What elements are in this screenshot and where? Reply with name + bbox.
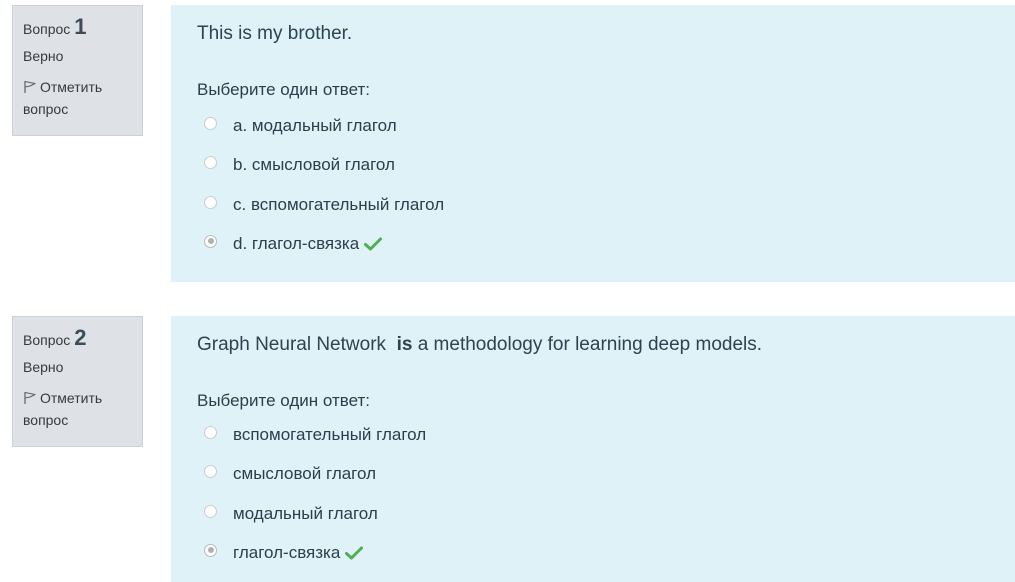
- question-info-1: Вопрос 1 Верно Отметить вопрос: [12, 5, 143, 136]
- flag-question-link[interactable]: Отметить вопрос: [23, 387, 132, 431]
- answer-label: вспомогательный глагол: [233, 425, 427, 444]
- question-text-after: a methodology for learning deep models.: [412, 334, 763, 355]
- radio-button[interactable]: [204, 155, 217, 169]
- question-content-2: Graph Neural Network is a methodology fo…: [171, 316, 1015, 582]
- question-text: This is my brother.: [197, 23, 352, 45]
- answer-label: модальный глагол: [233, 504, 378, 523]
- answer-label: b. смысловой глагол: [233, 155, 395, 174]
- radio-button-checked[interactable]: [204, 234, 217, 248]
- question-text-bold: is: [396, 334, 413, 355]
- answer-label: a. модальный глагол: [233, 116, 397, 135]
- correct-check-icon: [364, 237, 383, 251]
- flag-question-link[interactable]: Отметить вопрос: [23, 76, 132, 120]
- answer-option[interactable]: смысловой глагол: [204, 462, 376, 486]
- question-content-1: This is my brother. Выберите один ответ:…: [171, 5, 1015, 282]
- flag-icon: [24, 391, 36, 404]
- answer-option[interactable]: c. вспомогательный глагол: [204, 193, 444, 217]
- answer-option-selected[interactable]: глагол-связка: [204, 541, 364, 565]
- question-number-row: Вопрос 2: [23, 327, 132, 349]
- answer-label: c. вспомогательный глагол: [233, 195, 445, 214]
- answer-option[interactable]: вспомогательный глагол: [204, 423, 426, 447]
- question-text: Graph Neural Network is a methodology fo…: [197, 334, 762, 356]
- question-label: Вопрос: [23, 332, 71, 348]
- answer-prompt: Выберите один ответ:: [197, 80, 370, 99]
- flag-icon: [24, 80, 36, 93]
- answer-prompt: Выберите один ответ:: [197, 391, 370, 410]
- answer-option[interactable]: модальный глагол: [204, 502, 378, 526]
- radio-button[interactable]: [204, 464, 217, 478]
- radio-button[interactable]: [204, 425, 217, 439]
- answer-label: d. глагол-связка: [233, 234, 360, 253]
- answer-option[interactable]: b. смысловой глагол: [204, 153, 395, 177]
- correct-check-icon: [345, 546, 364, 560]
- answer-option-selected[interactable]: d. глагол-связка: [204, 232, 383, 256]
- answer-label: смысловой глагол: [233, 464, 377, 483]
- question-number-row: Вопрос 1: [23, 16, 132, 38]
- question-1: Вопрос 1 Верно Отметить вопрос This is m…: [0, 5, 1015, 282]
- answer-label: глагол-связка: [233, 543, 341, 562]
- question-number: 1: [74, 14, 87, 39]
- radio-button-checked[interactable]: [204, 543, 217, 557]
- question-text-main: This is my brother.: [197, 23, 353, 44]
- question-number: 2: [74, 325, 87, 350]
- question-label: Вопрос: [23, 21, 71, 37]
- question-2: Вопрос 2 Верно Отметить вопрос Graph Neu…: [0, 316, 1015, 582]
- question-info-2: Вопрос 2 Верно Отметить вопрос: [12, 316, 143, 447]
- question-text-before: Graph Neural Network: [197, 334, 397, 355]
- radio-button[interactable]: [204, 504, 217, 518]
- answer-option[interactable]: a. модальный глагол: [204, 114, 397, 138]
- radio-button[interactable]: [204, 195, 217, 209]
- radio-button[interactable]: [204, 116, 217, 130]
- question-state: Верно: [23, 359, 64, 375]
- question-state: Верно: [23, 48, 64, 64]
